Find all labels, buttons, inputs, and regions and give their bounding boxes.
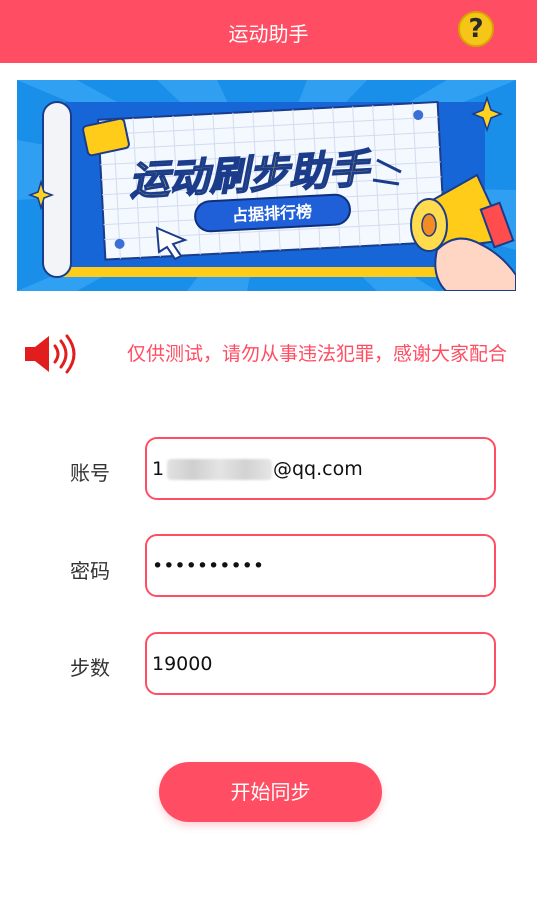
- account-label: 账号: [70, 461, 110, 485]
- redacted-mask: [167, 459, 272, 480]
- app-title: 运动助手: [228, 22, 309, 46]
- password-field[interactable]: [145, 534, 496, 597]
- password-input[interactable]: [152, 536, 482, 595]
- password-label: 密码: [70, 559, 110, 583]
- title-bar: 运动助手 ?: [0, 0, 537, 63]
- account-suffix: @qq.com: [273, 458, 363, 480]
- steps-input[interactable]: [152, 634, 482, 693]
- account-field[interactable]: 1 @qq.com: [145, 437, 496, 500]
- speaker-icon: [25, 334, 76, 374]
- promo-banner: 运动刷步助手 占据排行榜: [17, 80, 516, 291]
- disclaimer-marquee: 仅供测试，请勿从事违法犯罪，感谢大家配合: [127, 343, 508, 365]
- question-icon[interactable]: ?: [458, 11, 494, 47]
- account-prefix: 1: [152, 458, 165, 480]
- start-sync-button[interactable]: 开始同步: [159, 762, 382, 822]
- steps-label: 步数: [70, 656, 110, 680]
- steps-field[interactable]: [145, 632, 496, 695]
